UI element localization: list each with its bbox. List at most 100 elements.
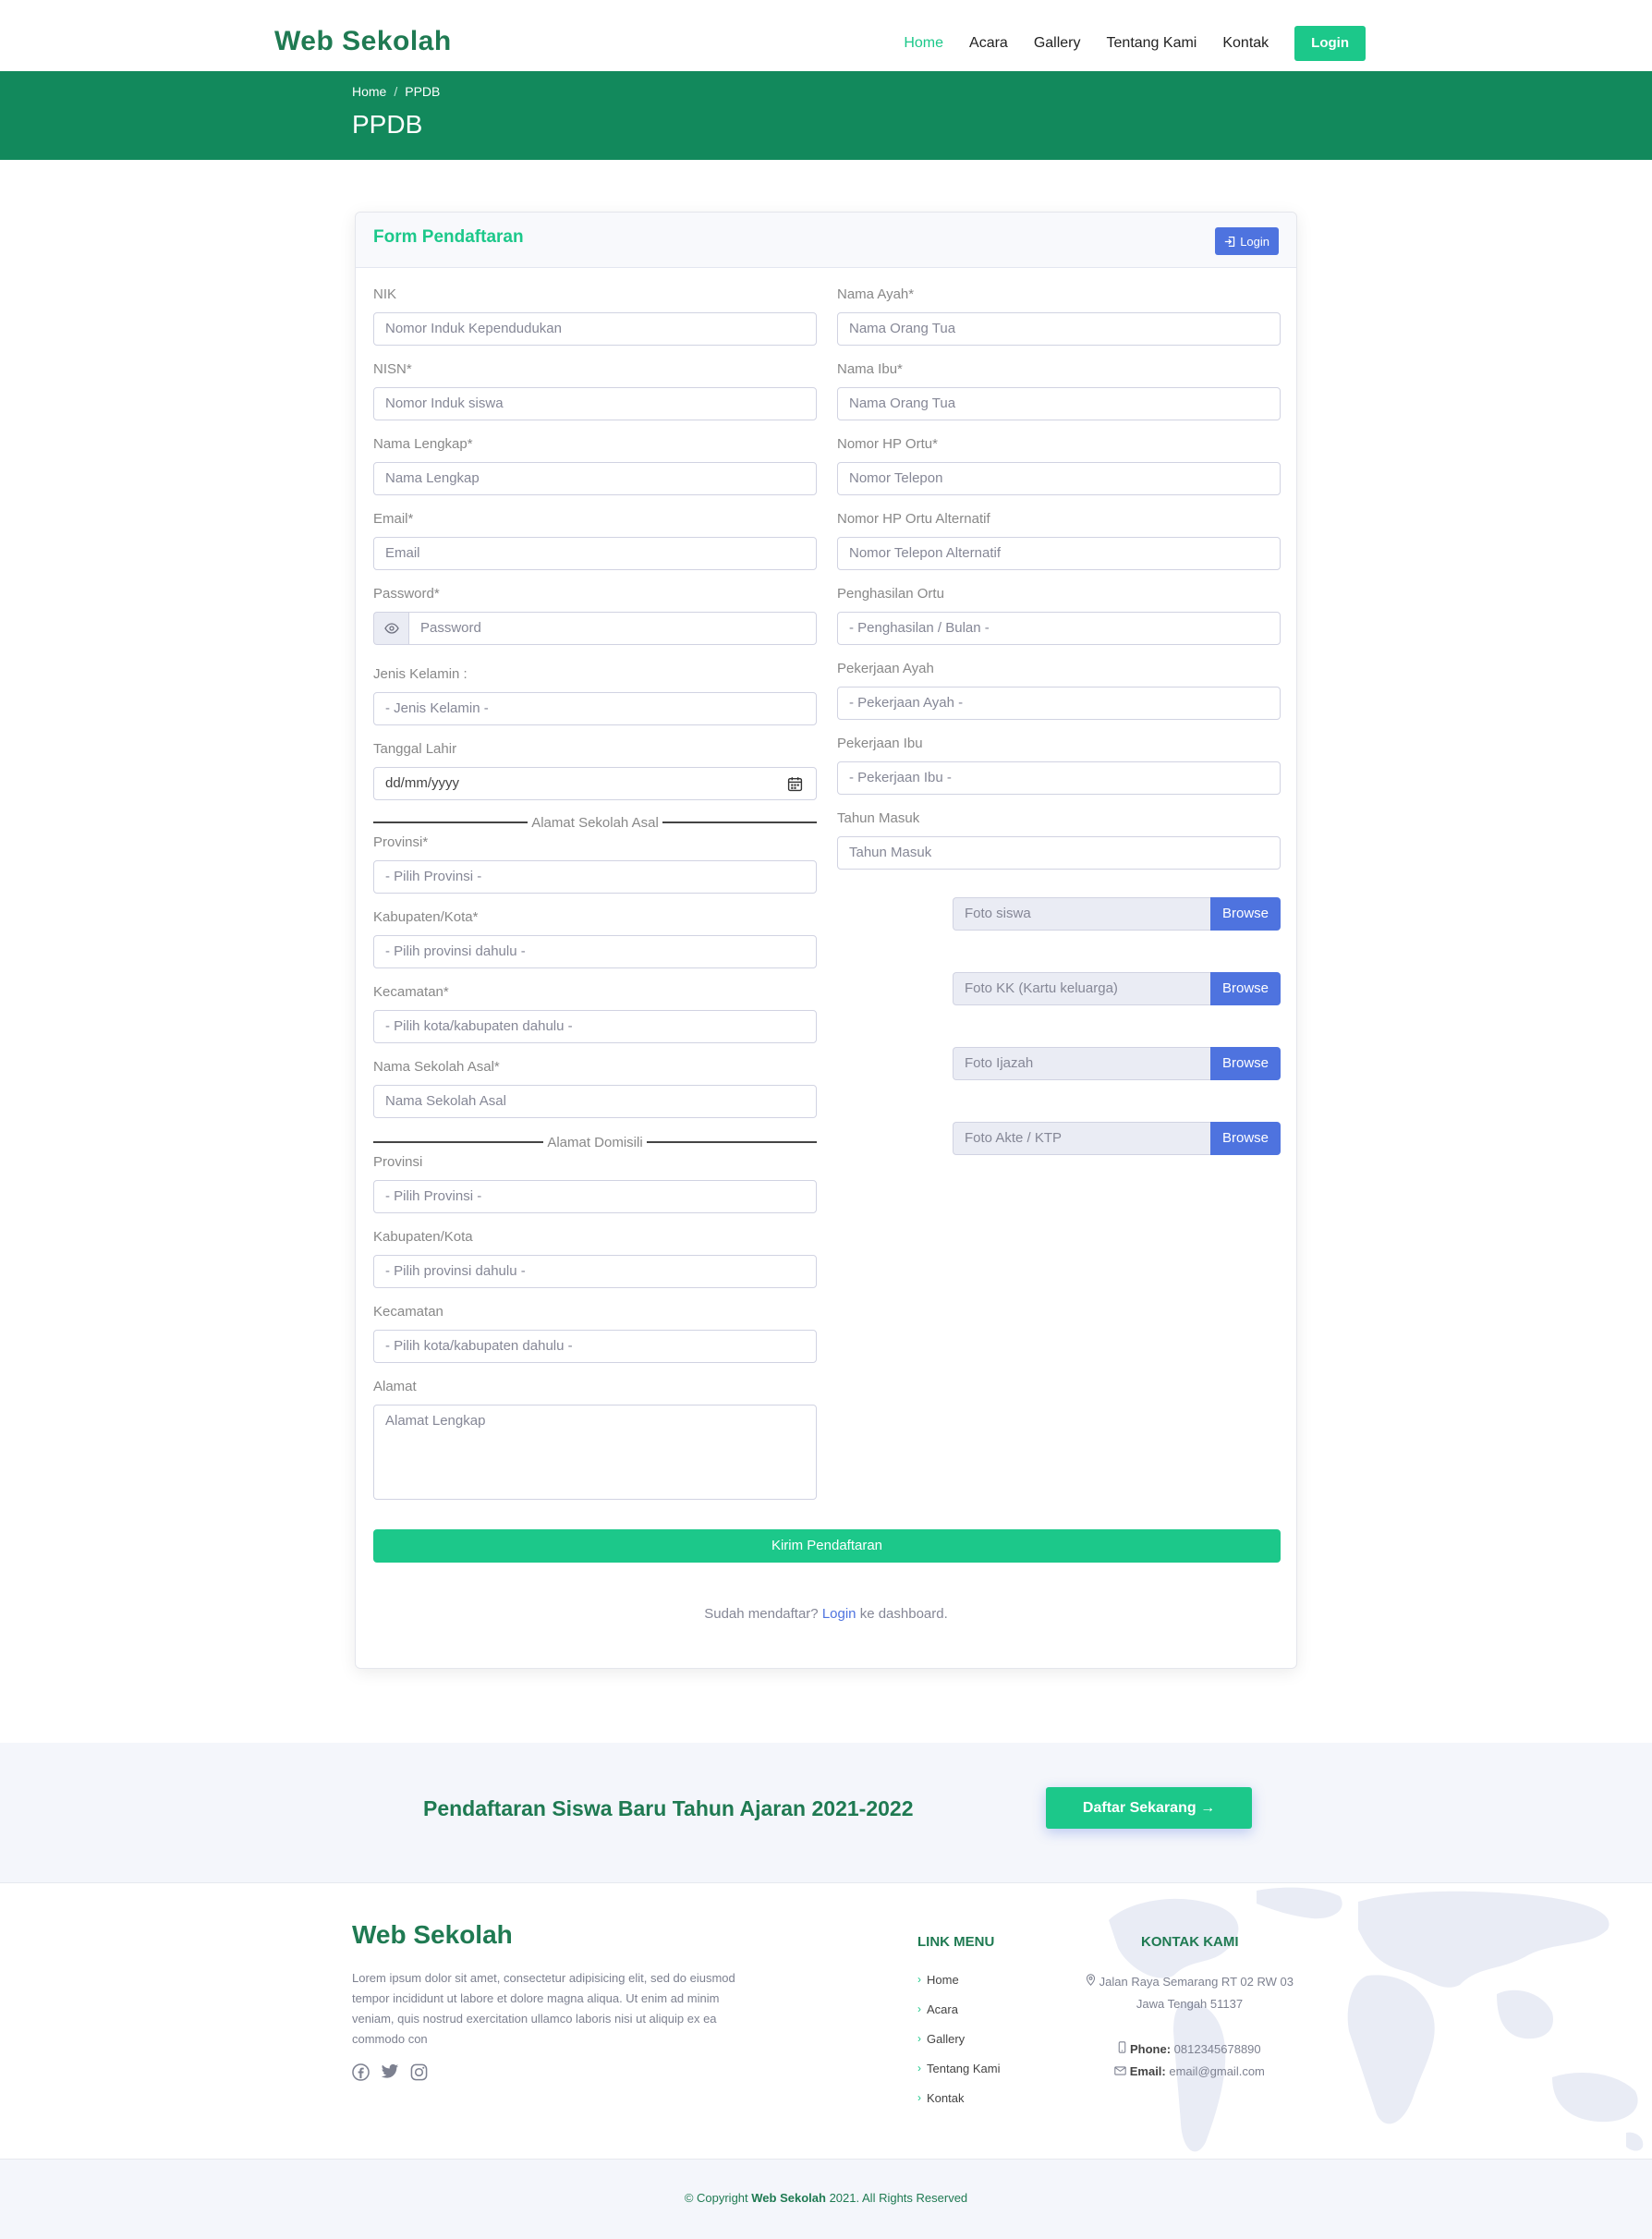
nama-sekolah-label: Nama Sekolah Asal* [373, 1059, 500, 1075]
browse-button[interactable]: Browse [1210, 897, 1281, 931]
chevron-right-icon: › [917, 2062, 921, 2075]
nama-sekolah-input[interactable]: Nama Sekolah Asal [373, 1085, 817, 1118]
tanggal-lahir-placeholder: dd/mm/yyyy [385, 775, 460, 791]
footer-link-gallery[interactable]: › Gallery [917, 2024, 1001, 2053]
login-button[interactable]: Login [1294, 26, 1366, 61]
footer-link-label: Kontak [927, 2090, 965, 2105]
divider-line [373, 821, 528, 823]
kecamatan-sekolah-select[interactable]: - Pilih kota/kabupaten dahulu - [373, 1010, 817, 1043]
footer-description: Lorem ipsum dolor sit amet, consectetur … [352, 1971, 735, 2046]
nav-acara[interactable]: Acara [969, 27, 1008, 60]
nav-kontak[interactable]: Kontak [1222, 27, 1269, 60]
file-foto-ijazah[interactable]: Foto Ijazah Browse [953, 1047, 1281, 1080]
divider-line [373, 1141, 544, 1143]
submit-button[interactable]: Kirim Pendaftaran [373, 1529, 1281, 1563]
hp-ortu-alt-input[interactable]: Nomor Telepon Alternatif [837, 537, 1281, 570]
tahun-masuk-input[interactable]: Tahun Masuk [837, 836, 1281, 870]
jenis-kelamin-select[interactable]: - Jenis Kelamin - [373, 692, 817, 725]
provinsi-sekolah-label: Provinsi* [373, 834, 429, 850]
social-links [352, 2063, 439, 2081]
facebook-icon[interactable] [352, 2063, 370, 2081]
breadcrumb: Home / PPDB [352, 84, 440, 99]
pekerjaan-ibu-select[interactable]: - Pekerjaan Ibu - [837, 761, 1281, 795]
nama-lengkap-input[interactable]: Nama Lengkap [373, 462, 817, 495]
nama-ibu-input[interactable]: Nama Orang Tua [837, 387, 1281, 420]
file-foto-siswa[interactable]: Foto siswa Browse [953, 897, 1281, 931]
penghasilan-select[interactable]: - Penghasilan / Bulan - [837, 612, 1281, 645]
hp-ortu-input[interactable]: Nomor Telepon [837, 462, 1281, 495]
hp-ortu-alt-label: Nomor HP Ortu Alternatif [837, 511, 990, 527]
email-input[interactable]: Email [373, 537, 817, 570]
nama-lengkap-label: Nama Lengkap* [373, 436, 473, 452]
password-input[interactable]: Password [408, 612, 817, 645]
daftar-sekarang-button[interactable]: Daftar Sekarang → [1046, 1787, 1252, 1829]
footer-contact: Jalan Raya Semarang RT 02 RW 03 Jawa Ten… [1072, 1971, 1307, 2083]
file-foto-akte[interactable]: Foto Akte / KTP Browse [953, 1122, 1281, 1155]
phone-number: 0812345678890 [1173, 2042, 1261, 2056]
calendar-icon[interactable] [787, 776, 803, 792]
footer-link-label: Tentang Kami [927, 2061, 1001, 2075]
file-name: Foto Akte / KTP [953, 1122, 1210, 1155]
alamat-textarea[interactable]: Alamat Lengkap [373, 1405, 817, 1500]
provinsi-domisili-label: Provinsi [373, 1154, 423, 1170]
nav-gallery[interactable]: Gallery [1034, 27, 1081, 60]
instagram-icon[interactable] [410, 2063, 428, 2081]
card-header: Form Pendaftaran Login [356, 213, 1296, 268]
card-login-button[interactable]: Login [1215, 227, 1279, 255]
kecamatan-sekolah-label: Kecamatan* [373, 984, 449, 1000]
phone-icon [1119, 2041, 1126, 2053]
chevron-right-icon: › [917, 2091, 921, 2104]
page-banner: Home / PPDB PPDB [0, 71, 1652, 160]
kabupaten-sekolah-select[interactable]: - Pilih provinsi dahulu - [373, 935, 817, 968]
phone-label: Phone: [1129, 2042, 1172, 2056]
dashboard-login-link[interactable]: Login [822, 1606, 856, 1622]
kecamatan-domisili-select[interactable]: - Pilih kota/kabupaten dahulu - [373, 1330, 817, 1363]
provinsi-sekolah-select[interactable]: - Pilih Provinsi - [373, 860, 817, 894]
kabupaten-domisili-select[interactable]: - Pilih provinsi dahulu - [373, 1255, 817, 1288]
pekerjaan-ayah-select[interactable]: - Pekerjaan Ayah - [837, 687, 1281, 720]
card-login-label: Login [1240, 234, 1269, 249]
divider-line [646, 1141, 818, 1143]
nisn-label: NISN* [373, 361, 412, 377]
file-foto-kk[interactable]: Foto KK (Kartu keluarga) Browse [953, 972, 1281, 1005]
toggle-password-button[interactable] [373, 612, 408, 645]
tanggal-lahir-input[interactable]: dd/mm/yyyy [373, 767, 817, 800]
kecamatan-domisili-label: Kecamatan [373, 1304, 443, 1320]
section-divider-sekolah: Alamat Sekolah Asal [373, 813, 818, 832]
provinsi-domisili-select[interactable]: - Pilih Provinsi - [373, 1180, 817, 1213]
nisn-input[interactable]: Nomor Induk siswa [373, 387, 817, 420]
browse-button[interactable]: Browse [1210, 1047, 1281, 1080]
nik-input[interactable]: Nomor Induk Kependudukan [373, 312, 817, 346]
cta-heading: Pendaftaran Siswa Baru Tahun Ajaran 2021… [423, 1796, 914, 1820]
hp-ortu-label: Nomor HP Ortu* [837, 436, 938, 452]
brand-logo[interactable]: Web Sekolah [274, 26, 452, 57]
twitter-icon[interactable] [381, 2063, 399, 2081]
map-pin-icon [1086, 1974, 1096, 1986]
footer-link-tentang-kami[interactable]: › Tentang Kami [917, 2053, 1001, 2083]
footer-link-label: Acara [927, 2002, 958, 2016]
cta-section: Pendaftaran Siswa Baru Tahun Ajaran 2021… [0, 1743, 1652, 1883]
nama-ayah-input[interactable]: Nama Orang Tua [837, 312, 1281, 346]
form-title: Form Pendaftaran [373, 227, 524, 247]
breadcrumb-separator: / [394, 84, 398, 99]
email-line: Email: email@gmail.com [1072, 2061, 1307, 2083]
footer-link-acara[interactable]: › Acara [917, 1994, 1001, 2024]
footer: Web Sekolah Lorem ipsum dolor sit amet, … [0, 1883, 1652, 2159]
breadcrumb-home[interactable]: Home [352, 84, 386, 99]
email-address: email@gmail.com [1169, 2064, 1265, 2078]
nav-home[interactable]: Home [904, 27, 943, 60]
file-name: Foto siswa [953, 897, 1210, 931]
envelope-icon [1114, 2066, 1126, 2075]
browse-button[interactable]: Browse [1210, 1122, 1281, 1155]
chevron-right-icon: › [917, 2002, 921, 2015]
footer-link-kontak[interactable]: › Kontak [917, 2083, 1001, 2112]
already-registered-text: Sudah mendaftar? Login ke dashboard. [356, 1606, 1296, 1622]
page-title: PPDB [352, 110, 423, 139]
nav-tentang-kami[interactable]: Tentang Kami [1107, 27, 1197, 60]
copyright-prefix: © Copyright [684, 2191, 748, 2205]
sign-in-icon [1225, 236, 1235, 247]
footer-link-home[interactable]: › Home [917, 1965, 1001, 1994]
browse-button[interactable]: Browse [1210, 972, 1281, 1005]
footer-link-menu: › Home › Acara › Gallery › Tentang Kami › Kon… [917, 1965, 1001, 2112]
